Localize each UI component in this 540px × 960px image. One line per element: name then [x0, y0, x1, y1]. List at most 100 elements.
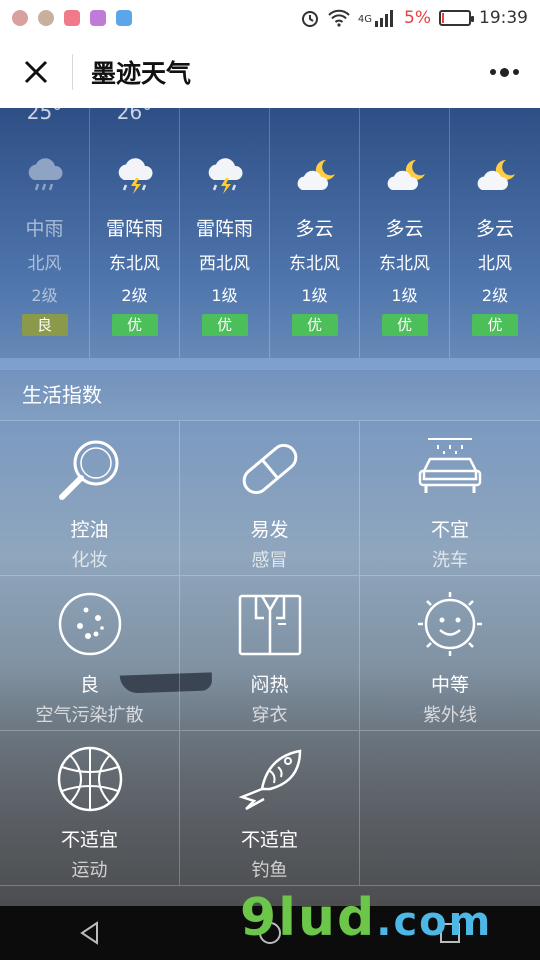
day-temperature: 25° — [26, 108, 63, 124]
network-type: 4G — [357, 14, 373, 25]
day-wind-level: 1级 — [211, 286, 238, 305]
notification-app-icon — [38, 10, 54, 26]
life-index-title: 生活指数 — [0, 370, 540, 420]
life-index-label: 紫外线 — [423, 705, 477, 726]
day-wind-direction: 东北风 — [109, 254, 160, 274]
air-quality-badge: 良 — [21, 314, 68, 336]
day-condition: 多云 — [475, 218, 514, 240]
life-index-value: 不适宜 — [60, 829, 118, 851]
life-index-value: 闷热 — [250, 674, 289, 696]
partly-cloudy-night-icon — [382, 156, 428, 196]
life-index-item[interactable]: 不宜 洗车 — [360, 421, 540, 576]
life-index-item[interactable]: 不适宜 钓鱼 — [180, 731, 360, 886]
forecast-day[interactable]: 多云北风 2级优 — [450, 108, 540, 358]
life-index-value: 良 — [79, 674, 99, 696]
notification-app-icon — [12, 10, 28, 26]
partly-cloudy-night-icon — [292, 156, 338, 196]
car-wash-icon — [414, 435, 486, 503]
life-index-label: 穿衣 — [251, 705, 288, 726]
day-wind-direction: 东北风 — [379, 254, 430, 274]
life-index-item[interactable]: 良空气污染扩散 — [0, 576, 180, 731]
life-index-item[interactable]: 中等 紫外线 — [360, 576, 540, 731]
status-app-icons — [12, 10, 132, 26]
life-index-value: 中等 — [430, 674, 469, 696]
day-condition: 雷阵雨 — [195, 218, 253, 240]
life-index-value: 不适宜 — [240, 829, 298, 851]
life-index-label: 空气污染扩散 — [35, 705, 144, 726]
watermark-suffix: .com — [376, 899, 493, 945]
day-condition: 中雨 — [25, 218, 64, 240]
day-wind-direction: 北风 — [478, 254, 512, 274]
air-particles-icon — [54, 590, 126, 658]
battery-icon — [439, 10, 474, 26]
page-title: 墨迹天气 — [91, 59, 192, 88]
smiley-sun-icon — [414, 590, 486, 658]
life-index-item[interactable]: 闷热 穿衣 — [180, 576, 360, 731]
day-wind-direction: 北风 — [27, 254, 62, 274]
life-index-label: 感冒 — [251, 550, 288, 571]
clock: 19:39 — [479, 8, 528, 28]
nav-bar: 墨迹天气 — [0, 36, 540, 108]
watermark: 9lud.com — [240, 888, 492, 948]
life-index-value: 易发 — [250, 519, 289, 541]
back-icon — [80, 921, 98, 945]
day-wind-level: 2级 — [481, 286, 509, 305]
weather-content[interactable]: 25° 中雨 北风 2级良 26° 雷阵雨 东北风 2级优雷阵雨 西北风 1级优多云 东北风 1级优多… — [0, 108, 540, 906]
forecast-day[interactable]: 雷阵雨西北风 1级优 — [180, 108, 270, 358]
air-quality-badge: 优 — [111, 314, 158, 336]
shirt-icon — [234, 590, 306, 658]
life-index-value: 控油 — [70, 519, 109, 541]
more-button[interactable] — [468, 36, 540, 108]
forecast-day[interactable]: 26° 雷阵雨东北风 2级优 — [90, 108, 180, 358]
life-index-label: 洗车 — [432, 550, 468, 571]
day-condition: 多云 — [385, 218, 424, 240]
section-divider — [0, 358, 540, 370]
rain-icon — [22, 156, 68, 196]
more-icon-dot — [489, 69, 496, 75]
life-index-label: 运动 — [71, 860, 108, 881]
back-button[interactable] — [60, 906, 120, 960]
air-quality-badge: 优 — [472, 314, 518, 336]
life-index-empty-cell — [360, 731, 540, 886]
close-icon — [24, 60, 48, 84]
air-quality-badge: 优 — [381, 314, 428, 336]
day-condition: 多云 — [295, 218, 334, 240]
notification-app-icon — [64, 10, 80, 26]
fish-icon — [234, 745, 306, 813]
day-wind-level: 2级 — [31, 286, 58, 305]
thunderstorm-icon — [202, 156, 248, 196]
day-temperature: 26° — [116, 108, 153, 124]
battery-percent: 5% — [404, 8, 431, 28]
air-quality-badge: 优 — [291, 314, 338, 336]
forecast-day[interactable]: 多云东北风 1级优 — [270, 108, 360, 358]
signal-icon — [375, 10, 394, 27]
basketball-icon — [54, 745, 126, 813]
life-index-item[interactable]: 易发 感冒 — [180, 421, 360, 576]
life-index-label: 钓鱼 — [251, 860, 288, 881]
life-index-item[interactable]: 控油 化妆 — [0, 421, 180, 576]
air-quality-badge: 优 — [201, 314, 248, 336]
close-button[interactable] — [0, 36, 72, 108]
life-index-label: 化妆 — [71, 550, 108, 571]
forecast-day[interactable]: 25° 中雨北风 2级良 — [0, 108, 90, 358]
magnifier-icon — [54, 435, 126, 503]
day-condition: 雷阵雨 — [105, 218, 163, 240]
status-bar: 4G 5% 19:39 — [0, 0, 540, 36]
day-wind-level: 1级 — [301, 286, 328, 305]
life-index-value: 不宜 — [430, 519, 469, 541]
notification-app-icon — [116, 10, 132, 26]
day-wind-level: 2级 — [121, 286, 148, 305]
forecast-day[interactable]: 多云 东北风 1级优 — [360, 108, 450, 358]
day-wind-direction: 西北风 — [199, 254, 250, 274]
watermark-text: 9lud — [240, 888, 377, 948]
partly-cloudy-night-icon — [472, 156, 518, 196]
wifi-icon — [328, 9, 350, 27]
more-icon-dot — [512, 69, 519, 75]
thunderstorm-icon — [112, 156, 158, 196]
battery-level — [442, 13, 444, 23]
life-index-item[interactable]: 不适宜 运动 — [0, 731, 180, 886]
life-index-grid: 控油 化妆 易发 感冒 不宜 洗车良空气污染扩散 闷热 穿衣 中等 紫外线 不适宜 运动 不适宜 钓鱼 — [0, 420, 540, 886]
day-wind-direction: 东北风 — [289, 254, 340, 274]
more-icon-dot — [499, 67, 509, 77]
forecast-strip[interactable]: 25° 中雨 北风 2级良 26° 雷阵雨 东北风 2级优雷阵雨 西北风 1级优多云 东北风 1级优多… — [0, 108, 540, 358]
